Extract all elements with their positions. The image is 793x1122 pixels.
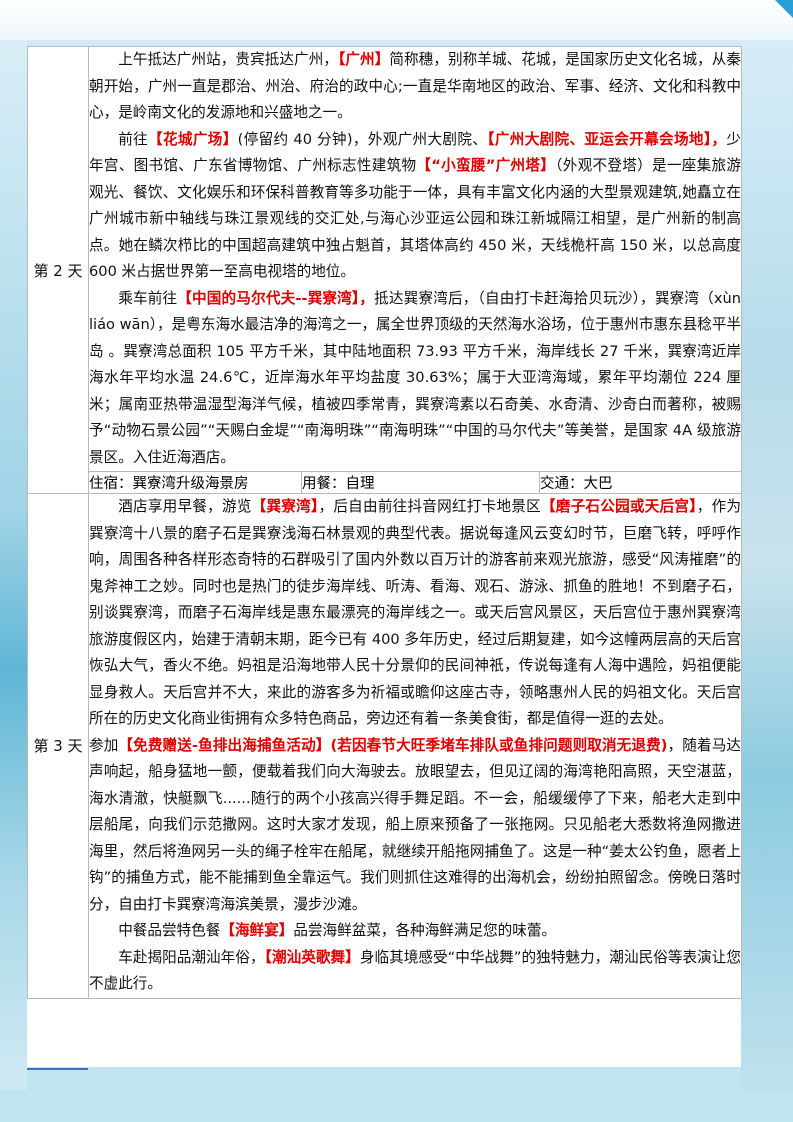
day3-paragraph-3: 中餐品尝特色餐【海鲜宴】品尝海鲜盆菜，各种海鲜满足您的味蕾。 (89, 918, 741, 945)
text-span: 中餐品尝特色餐 (118, 922, 221, 939)
day2-paragraph-1: 上午抵达广州站，贵宾抵达广州，【广州】简称穗，别称羊城、花城，是国家历史文化名城… (89, 47, 741, 127)
day3-description: 酒店享用早餐，游览【巽寮湾】，后自由前往抖音网红打卡地景区【磨子石公园或天后宫】… (87, 493, 743, 999)
page-right-decoration (741, 40, 793, 1090)
highlight-fishing-activity: 【免费赠送-鱼排出海捕鱼活动】(若因春节大旺季堵车排队或鱼排问题则取消无退费) (118, 736, 668, 754)
text-span: 上午抵达广州站，贵宾抵达广州， (118, 51, 339, 68)
itinerary-document: 第 2 天 上午抵达广州站，贵宾抵达广州，【广州】简称穗，别称羊城、花城，是国家… (27, 46, 743, 1067)
day3-paragraph-1: 酒店享用早餐，游览【巽寮湾】，后自由前往抖音网红打卡地景区【磨子石公园或天后宫】… (89, 494, 741, 733)
day2-transport: 交通：大巴 (538, 471, 743, 494)
page-bottom-band (0, 1092, 793, 1122)
day2-description: 上午抵达广州站，贵宾抵达广州，【广州】简称穗，别称羊城、花城，是国家历史文化名城… (87, 46, 743, 472)
day2-row: 第 2 天 上午抵达广州站，贵宾抵达广州，【广州】简称穗，别称羊城、花城，是国家… (27, 46, 743, 494)
day2-paragraph-3: 乘车前往【中国的马尔代夫--巽寮湾】，抵达巽寮湾后，（自由打卡赶海拾贝玩沙），巽… (89, 286, 741, 472)
day3-paragraph-4: 车赴揭阳品潮汕年俗，【潮汕英歌舞】身临其境感受“中华战舞”的独特魅力，潮汕民俗等… (89, 945, 741, 998)
corner-ribbon (775, 0, 793, 18)
text-span: 酒店享用早餐，游览 (118, 498, 252, 515)
highlight-xunliao-bay: 【巽寮湾】 (251, 498, 319, 515)
page-left-decoration (0, 40, 27, 1090)
text-span: 参加 (89, 736, 119, 754)
text-span: 车赴揭阳品潮汕年俗， (118, 948, 265, 966)
highlight-guangzhou: 【广州】 (338, 51, 390, 68)
day2-paragraph-2: 前往【花城广场】(停留约 40 分钟)，外观广州大剧院、【广州大剧院、亚运会开幕… (89, 127, 741, 286)
highlight-xunliao-bay: 【中国的马尔代夫--巽寮湾】， (177, 289, 375, 307)
highlight-seafood-feast: 【海鲜宴】 (220, 922, 294, 939)
highlight-opera-house: 【广州大剧院、亚运会开幕会场地】， (487, 130, 727, 148)
text-span: ，后自由前往抖音网红打卡地景区 (318, 498, 541, 515)
highlight-mozishi-park: 【磨子石公园或天后宫】 (540, 498, 697, 515)
itinerary-table: 第 2 天 上午抵达广州站，贵宾抵达广州，【广州】简称穗，别称羊城、花城，是国家… (27, 46, 743, 999)
footer-accent-line (27, 1068, 88, 1070)
text-span: （外观不登塔）是一座集旅游观光、餐饮、文化娱乐和环保科普教育等多功能于一体，具有… (89, 157, 742, 280)
day2-label: 第 2 天 (27, 46, 89, 494)
day2-info-row: 住宿：巽寮湾升级海景房 用餐：自理 交通：大巴 (28, 471, 743, 494)
highlight-flower-city-square: 【花城广场】 (148, 130, 238, 148)
day3-label: 第 3 天 (27, 493, 89, 999)
day2-stay: 住宿：巽寮湾升级海景房 (88, 471, 302, 494)
text-span: 品尝海鲜盆菜，各种海鲜满足您的味蕾。 (293, 922, 557, 939)
text-span: 抵达巽寮湾后，（自由打卡赶海拾贝玩沙），巽寮湾（xùn liáo wān），是粤… (89, 289, 742, 466)
text-span: 乘车前往 (118, 289, 178, 307)
page-top-band (0, 0, 793, 40)
day2-meal: 用餐：自理 (301, 471, 540, 494)
highlight-canton-tower: 【“小蛮腰”广州塔】 (416, 157, 556, 174)
highlight-yingge-dance: 【潮汕英歌舞】 (264, 948, 360, 966)
text-span: 前往 (118, 130, 149, 148)
text-span: ，随着马达声响起，船身猛地一颤，便载着我们向大海驶去。放眼望去，但见辽阔的海湾艳… (89, 736, 742, 913)
day3-row: 第 3 天 酒店享用早餐，游览【巽寮湾】，后自由前往抖音网红打卡地景区【磨子石公… (27, 493, 743, 999)
text-span: (停留约 40 分钟)，外观广州大剧院、 (237, 130, 488, 148)
day3-paragraph-2: 参加【免费赠送-鱼排出海捕鱼活动】(若因春节大旺季堵车排队或鱼排问题则取消无退费… (89, 733, 741, 919)
text-span: ，作为巽寮湾十八景的磨子石是巽寮浅海石林景观的典型代表。据说每逢风云变幻时节，巨… (89, 498, 742, 727)
